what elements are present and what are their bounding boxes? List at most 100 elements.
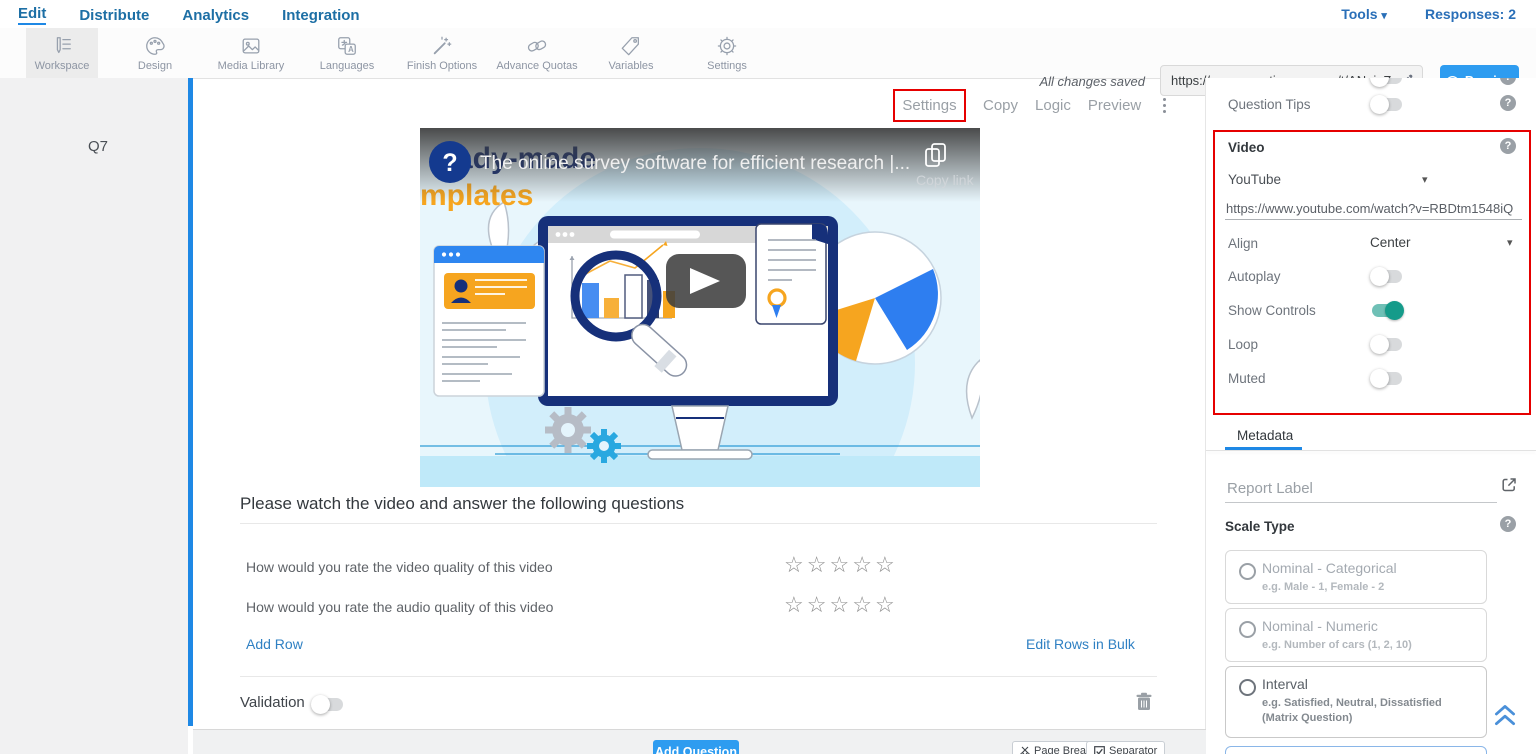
star-icon[interactable]: ☆ [829,552,852,577]
question-preview-link[interactable]: Preview [1088,97,1141,114]
toolbar-finish-options-button[interactable]: Finish Options [394,28,490,78]
delete-question-button[interactable] [1136,692,1152,716]
report-label-input[interactable] [1225,474,1497,503]
tools-menu[interactable]: Tools ▾ [1341,6,1387,22]
radio-icon[interactable] [1239,679,1256,696]
divider [240,676,1157,677]
star-rating-row: ☆☆☆☆☆ [784,553,898,577]
nav-analytics[interactable]: Analytics [182,5,249,24]
star-icon[interactable]: ☆ [784,552,807,577]
trash-icon [1136,692,1152,711]
toolbar-label: Workspace [35,60,90,72]
settings-gear-icon [716,35,738,57]
settings-annotation-box: Settings [893,89,966,122]
responses-link[interactable]: Responses: 2 [1425,6,1516,22]
separator-button[interactable]: Separator [1086,741,1165,754]
toolbar-label: Settings [707,60,747,72]
gear-icon-small [587,429,621,463]
divider [240,523,1157,524]
finish-options-wand-icon [431,35,453,57]
toolbar-languages-button[interactable]: A Languages [299,28,395,78]
profile-card-illustration [434,246,544,396]
question-text[interactable]: Please watch the video and answer the fo… [240,494,684,514]
matrix-row-label[interactable]: How would you rate the video quality of … [246,559,553,575]
validation-label: Validation [240,694,305,711]
save-status: All changes saved [1005,74,1145,89]
nav-distribute[interactable]: Distribute [79,5,149,24]
video-title[interactable]: The online survey software for efficient… [480,153,910,174]
question-settings-link[interactable]: Settings [902,97,956,114]
star-icon[interactable]: ☆ [807,552,830,577]
toolbar-workspace-button[interactable]: Workspace [26,28,98,78]
question-tips-toggle[interactable] [1372,98,1402,111]
caret-down-icon: ▾ [1381,10,1387,22]
question-number-label[interactable]: Q7 [88,138,108,155]
svg-text:A: A [348,45,354,54]
star-icon[interactable]: ☆ [875,552,898,577]
help-icon[interactable]: ? [1500,516,1516,532]
scale-option-nominal-numeric[interactable]: Nominal - Numeric e.g. Number of cars (1… [1225,608,1487,662]
toolbar-design-button[interactable]: Design [107,28,203,78]
star-icon[interactable]: ☆ [784,592,807,617]
add-question-button[interactable]: Add Question [653,740,739,754]
show-controls-toggle[interactable] [1372,304,1402,317]
add-row-button[interactable]: Add Row [246,636,303,652]
tab-metadata[interactable]: Metadata [1237,428,1293,443]
open-report-label-button[interactable] [1500,476,1518,499]
star-icon[interactable]: ☆ [875,592,898,617]
toolbar-advance-quotas-button[interactable]: Advance Quotas [489,28,585,78]
muted-toggle[interactable] [1372,372,1402,385]
help-icon[interactable]: ? [1500,95,1516,111]
nav-integration[interactable]: Integration [282,5,360,24]
toolbar: Workspace Design Media Library A Languag… [0,28,1536,79]
toolbar-label: Variables [608,60,653,72]
questionpro-logo-glyph: ? [442,149,457,177]
question-copy-link[interactable]: Copy [983,97,1018,114]
selected-question-indicator [188,78,193,726]
double-chevron-up-icon [1492,700,1518,728]
separator-checkbox-icon [1094,746,1105,754]
toolbar-label: Media Library [218,60,285,72]
video-url-input[interactable]: https://www.youtube.com/watch?v=RBDtm154… [1226,201,1522,216]
radio-icon[interactable] [1239,563,1256,580]
matrix-row-label[interactable]: How would you rate the audio quality of … [246,599,553,615]
caret-down-icon[interactable]: ▾ [1422,173,1428,186]
toolbar-label: Languages [320,60,374,72]
partial-toggle[interactable] [1372,78,1402,84]
toolbar-media-library-button[interactable]: Media Library [203,28,299,78]
scale-option-interval[interactable]: Interval e.g. Satisfied, Neutral, Dissat… [1225,666,1487,738]
star-icon[interactable]: ☆ [807,592,830,617]
edit-rows-in-bulk-button[interactable]: Edit Rows in Bulk [1026,636,1135,652]
nav-edit[interactable]: Edit [18,3,46,25]
collapse-panel-button[interactable] [1492,700,1518,733]
autoplay-toggle[interactable] [1372,270,1402,283]
scale-type-title: Scale Type [1225,519,1295,534]
toolbar-label: Design [138,60,172,72]
loop-toggle[interactable] [1372,338,1402,351]
toolbar-label: Finish Options [407,60,477,72]
question-logic-link[interactable]: Logic [1035,97,1071,114]
star-icon[interactable]: ☆ [852,592,875,617]
star-icon[interactable]: ☆ [829,592,852,617]
variables-tag-icon [620,35,642,57]
help-icon[interactable]: ? [1500,138,1516,154]
validation-toggle[interactable] [313,698,343,711]
help-icon[interactable]: ? [1500,78,1516,85]
scale-option-nominal-categorical[interactable]: Nominal - Categorical e.g. Male - 1, Fem… [1225,550,1487,604]
top-nav: Edit Distribute Analytics Integration To… [0,0,1536,29]
align-select[interactable]: Center [1370,235,1411,250]
scale-option-partial[interactable] [1225,746,1487,754]
nav-items: Edit Distribute Analytics Integration [18,0,360,28]
languages-icon: A [336,35,358,57]
toolbar-settings-button[interactable]: Settings [679,28,775,78]
video-provider-select[interactable]: YouTube [1228,172,1281,187]
radio-icon[interactable] [1239,621,1256,638]
play-button-icon[interactable] [666,254,746,308]
more-options-menu-icon[interactable] [1161,95,1168,117]
toolbar-variables-button[interactable]: Variables [583,28,679,78]
star-icon[interactable]: ☆ [852,552,875,577]
svg-text:Copy link: Copy link [916,172,975,188]
caret-down-icon[interactable]: ▾ [1507,236,1513,249]
youtube-video-player[interactable]: ady-made mplates ? The online survey sof… [420,128,980,487]
question-list-sidebar [0,78,188,754]
